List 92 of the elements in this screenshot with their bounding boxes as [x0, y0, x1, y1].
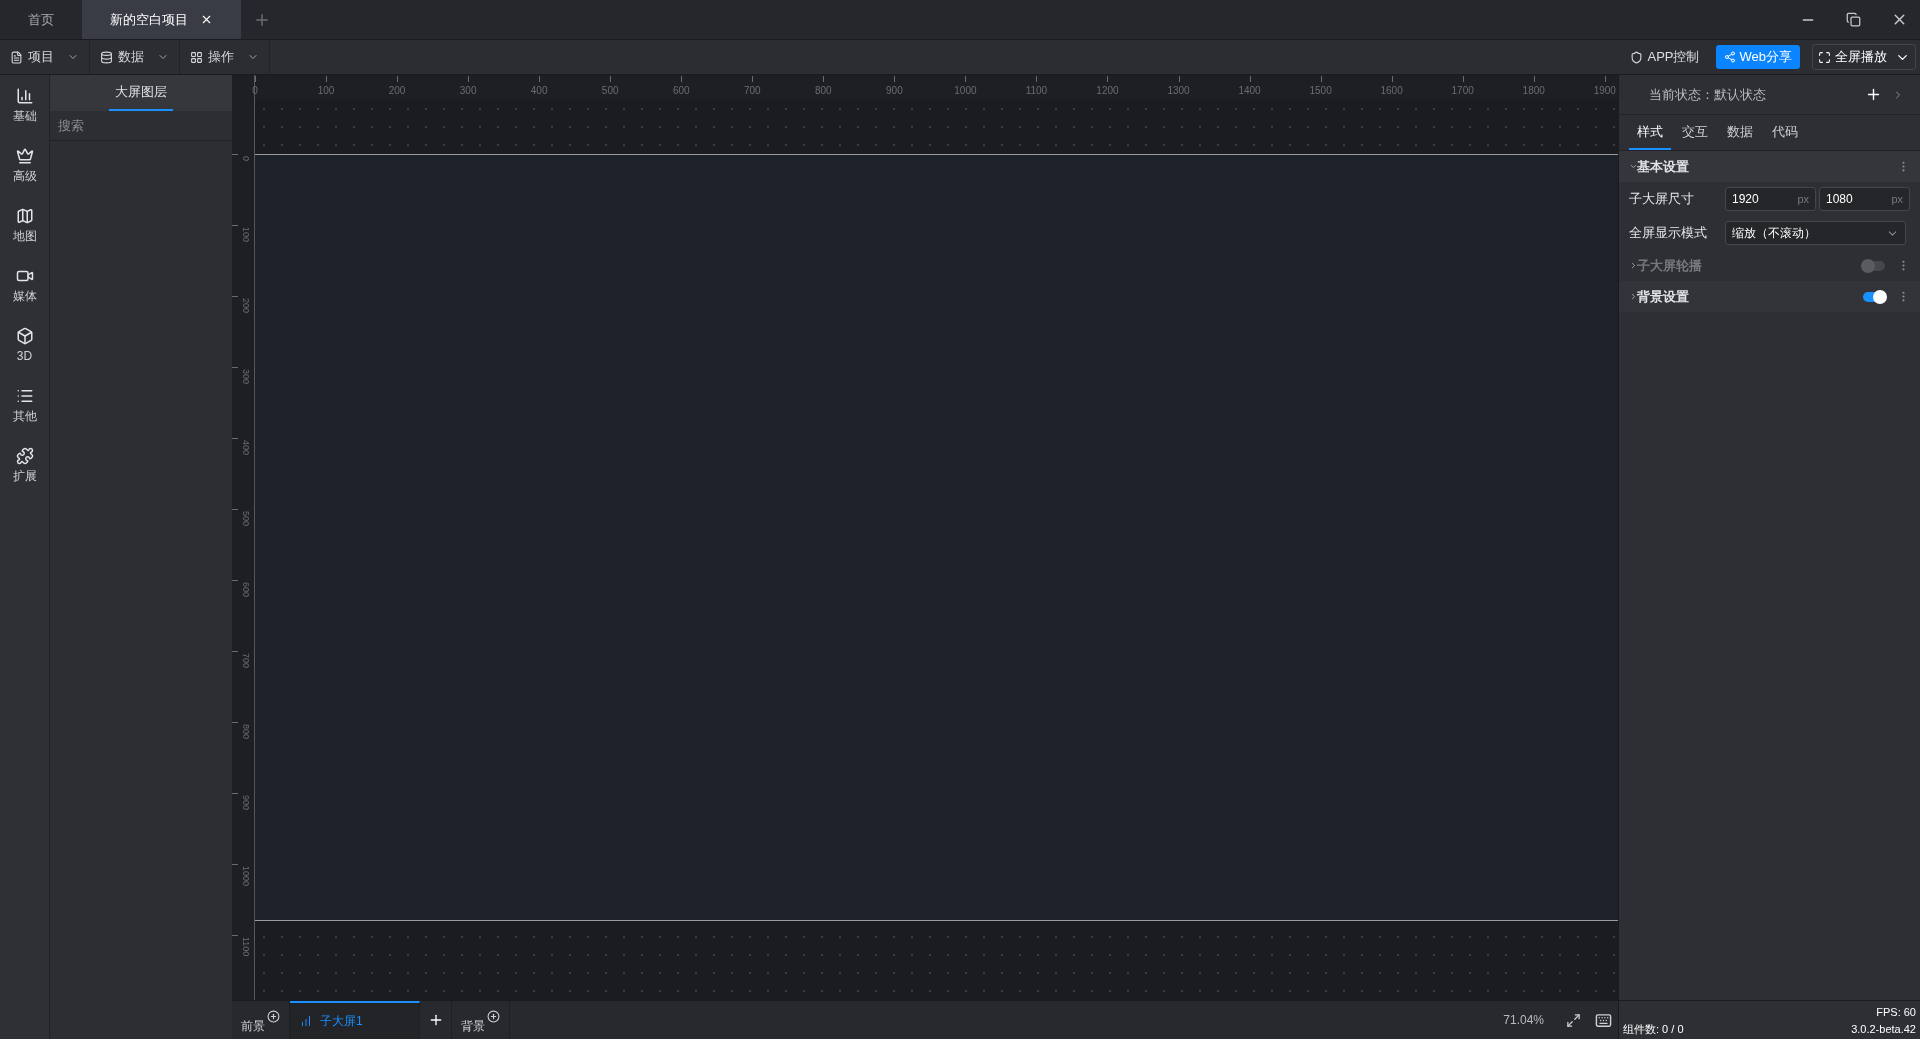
- document-icon: [10, 50, 23, 64]
- ruler-label: 200: [387, 84, 407, 98]
- screen-tab[interactable]: 子大屏1: [290, 1001, 420, 1039]
- width-input[interactable]: 1920 px: [1725, 187, 1816, 211]
- ruler-label: 0: [251, 84, 259, 98]
- app-control-button[interactable]: APP控制: [1626, 47, 1704, 67]
- ruler-label: 300: [239, 369, 252, 385]
- ruler-label: 800: [239, 724, 252, 740]
- panel-tab[interactable]: 数据: [1719, 115, 1761, 150]
- panel-tab[interactable]: 代码: [1764, 115, 1806, 150]
- component-category[interactable]: 基础: [12, 87, 37, 125]
- state-label: 当前状态：: [1649, 85, 1714, 104]
- ruler-label: 1200: [1095, 84, 1120, 98]
- component-category[interactable]: 地图: [12, 207, 37, 245]
- add-circle-icon[interactable]: [487, 1010, 500, 1023]
- ruler-label: 400: [529, 84, 549, 98]
- ruler-label: 800: [813, 84, 833, 98]
- component-count: 组件数: 0 / 0: [1623, 1021, 1684, 1037]
- ruler-label: 1300: [1166, 84, 1191, 98]
- component-category[interactable]: 其他: [12, 387, 37, 425]
- unit-label: px: [1891, 191, 1903, 207]
- toolbar-menu[interactable]: 数据: [90, 40, 180, 74]
- section-title: 背景设置: [1637, 287, 1689, 306]
- ruler-label: 1500: [1308, 84, 1333, 98]
- bar-chart-icon: [15, 87, 34, 105]
- crown-icon: [15, 147, 34, 165]
- shield-icon: [1630, 50, 1644, 64]
- ruler-label: 1600: [1379, 84, 1404, 98]
- component-category[interactable]: 高级: [12, 147, 37, 185]
- component-category[interactable]: 扩展: [12, 447, 37, 485]
- ruler-label: 200: [239, 298, 252, 314]
- section-title: 子大屏轮播: [1637, 256, 1702, 275]
- ruler-label: 100: [316, 84, 336, 98]
- fit-screen-icon[interactable]: [1566, 1012, 1581, 1028]
- ruler-label: 500: [600, 84, 620, 98]
- settings-section-header[interactable]: 基本设置: [1619, 151, 1920, 182]
- section-title: 基本设置: [1637, 157, 1689, 176]
- list-icon: [15, 387, 34, 405]
- frame-icon: [1818, 50, 1831, 64]
- height-input[interactable]: 1080 px: [1819, 187, 1910, 211]
- toggle-switch[interactable]: [1863, 291, 1885, 302]
- state-value[interactable]: 默认状态: [1714, 84, 1766, 105]
- component-category[interactable]: 媒体: [12, 267, 37, 305]
- web-share-button[interactable]: Web分享: [1715, 45, 1800, 69]
- chart-icon: [300, 1015, 312, 1027]
- ruler-label: 0: [239, 156, 252, 161]
- ruler-label: 1000: [239, 866, 252, 887]
- share-icon: [1723, 51, 1736, 63]
- restore-icon[interactable]: [1846, 12, 1861, 27]
- grid-icon: [190, 50, 203, 64]
- fullscreen-play-button[interactable]: 全屏播放: [1812, 44, 1916, 70]
- ruler-label: 300: [458, 84, 478, 98]
- display-mode-select[interactable]: 缩放（不滚动）: [1725, 221, 1906, 245]
- field-label: 子大屏尺寸: [1629, 190, 1695, 209]
- foreground-label[interactable]: 前景: [241, 1017, 265, 1035]
- cube-icon: [15, 327, 34, 345]
- toolbar-menu[interactable]: 操作: [180, 40, 270, 74]
- ruler-label: 500: [239, 511, 252, 527]
- ruler-label: 400: [239, 440, 252, 456]
- ruler-label: 1700: [1450, 84, 1475, 98]
- ruler-label: 700: [742, 84, 762, 98]
- toolbar-menu[interactable]: 项目: [0, 40, 90, 74]
- ruler-label: 1100: [239, 937, 252, 957]
- add-circle-icon[interactable]: [267, 1010, 280, 1023]
- unit-label: px: [1797, 191, 1809, 207]
- keyboard-icon[interactable]: [1595, 1011, 1612, 1029]
- close-icon[interactable]: [200, 13, 213, 26]
- project-tab[interactable]: 新的空白项目: [82, 0, 241, 39]
- component-category[interactable]: 3D: [15, 327, 34, 365]
- ruler-label: 900: [885, 84, 904, 98]
- settings-section-header[interactable]: 背景设置: [1619, 281, 1920, 312]
- add-state-icon[interactable]: [1865, 86, 1882, 103]
- ruler-label: 1100: [1024, 84, 1049, 98]
- ruler-label: 900: [239, 795, 252, 811]
- background-label[interactable]: 背景: [461, 1017, 485, 1035]
- ruler-label: 1400: [1237, 84, 1262, 98]
- panel-tab[interactable]: 交互: [1674, 115, 1716, 150]
- database-icon: [100, 50, 113, 64]
- field-label: 全屏显示模式: [1629, 224, 1708, 243]
- ruler-label: 1000: [953, 84, 978, 98]
- ruler-label: 1900: [1592, 84, 1617, 98]
- ruler-label: 600: [239, 582, 252, 598]
- puzzle-icon: [15, 447, 34, 465]
- fps-counter: FPS: 60: [1876, 1005, 1916, 1020]
- project-tab[interactable]: 首页: [0, 0, 82, 39]
- ruler-label: 700: [239, 653, 252, 669]
- ruler-label: 1800: [1521, 84, 1546, 98]
- ruler-label: 100: [239, 227, 252, 243]
- version-label: 3.0.2-beta.42: [1851, 1021, 1916, 1037]
- map-icon: [15, 207, 34, 225]
- zoom-level: 71.04%: [1503, 1012, 1544, 1029]
- ruler-label: 600: [671, 84, 691, 98]
